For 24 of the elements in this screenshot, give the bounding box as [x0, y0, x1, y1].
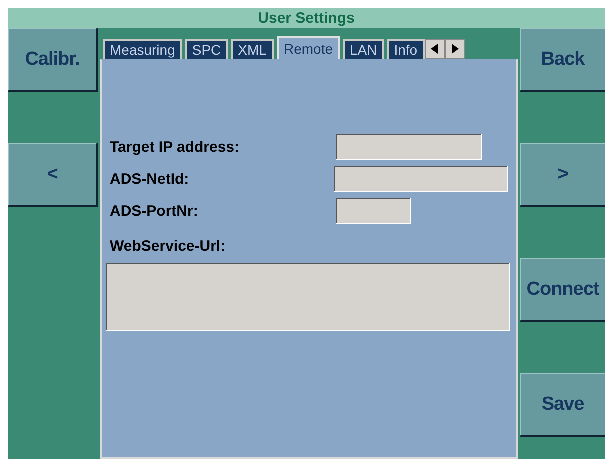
- tab[interactable]: Info: [387, 39, 425, 59]
- field-label: Target IP address:: [109, 138, 240, 156]
- input-field[interactable]: [336, 198, 411, 224]
- scroll-left-button[interactable]: [424, 39, 445, 59]
- side-button[interactable]: Connect: [520, 258, 605, 322]
- side-button[interactable]: Back: [520, 28, 605, 92]
- field-label: ADS-NetId:: [109, 170, 190, 188]
- left-triangle-icon: [430, 44, 439, 54]
- input-field[interactable]: [334, 166, 508, 192]
- input-field[interactable]: [336, 134, 482, 160]
- field-label: WebService-Url:: [109, 238, 227, 255]
- side-button[interactable]: <: [8, 143, 98, 207]
- tab[interactable]: Remote: [276, 36, 340, 59]
- tab[interactable]: LAN: [343, 39, 384, 59]
- tab[interactable]: Measuring: [103, 39, 182, 59]
- window-title: User Settings: [258, 10, 355, 26]
- right-triangle-icon: [450, 44, 459, 54]
- field-label: ADS-PortNr:: [109, 202, 200, 220]
- side-button[interactable]: Save: [520, 373, 605, 437]
- tab[interactable]: XML: [231, 39, 274, 59]
- tab[interactable]: SPC: [185, 39, 228, 59]
- scroll-right-button[interactable]: [444, 39, 465, 59]
- side-button[interactable]: >: [520, 143, 605, 207]
- side-button[interactable]: Calibr.: [8, 28, 98, 92]
